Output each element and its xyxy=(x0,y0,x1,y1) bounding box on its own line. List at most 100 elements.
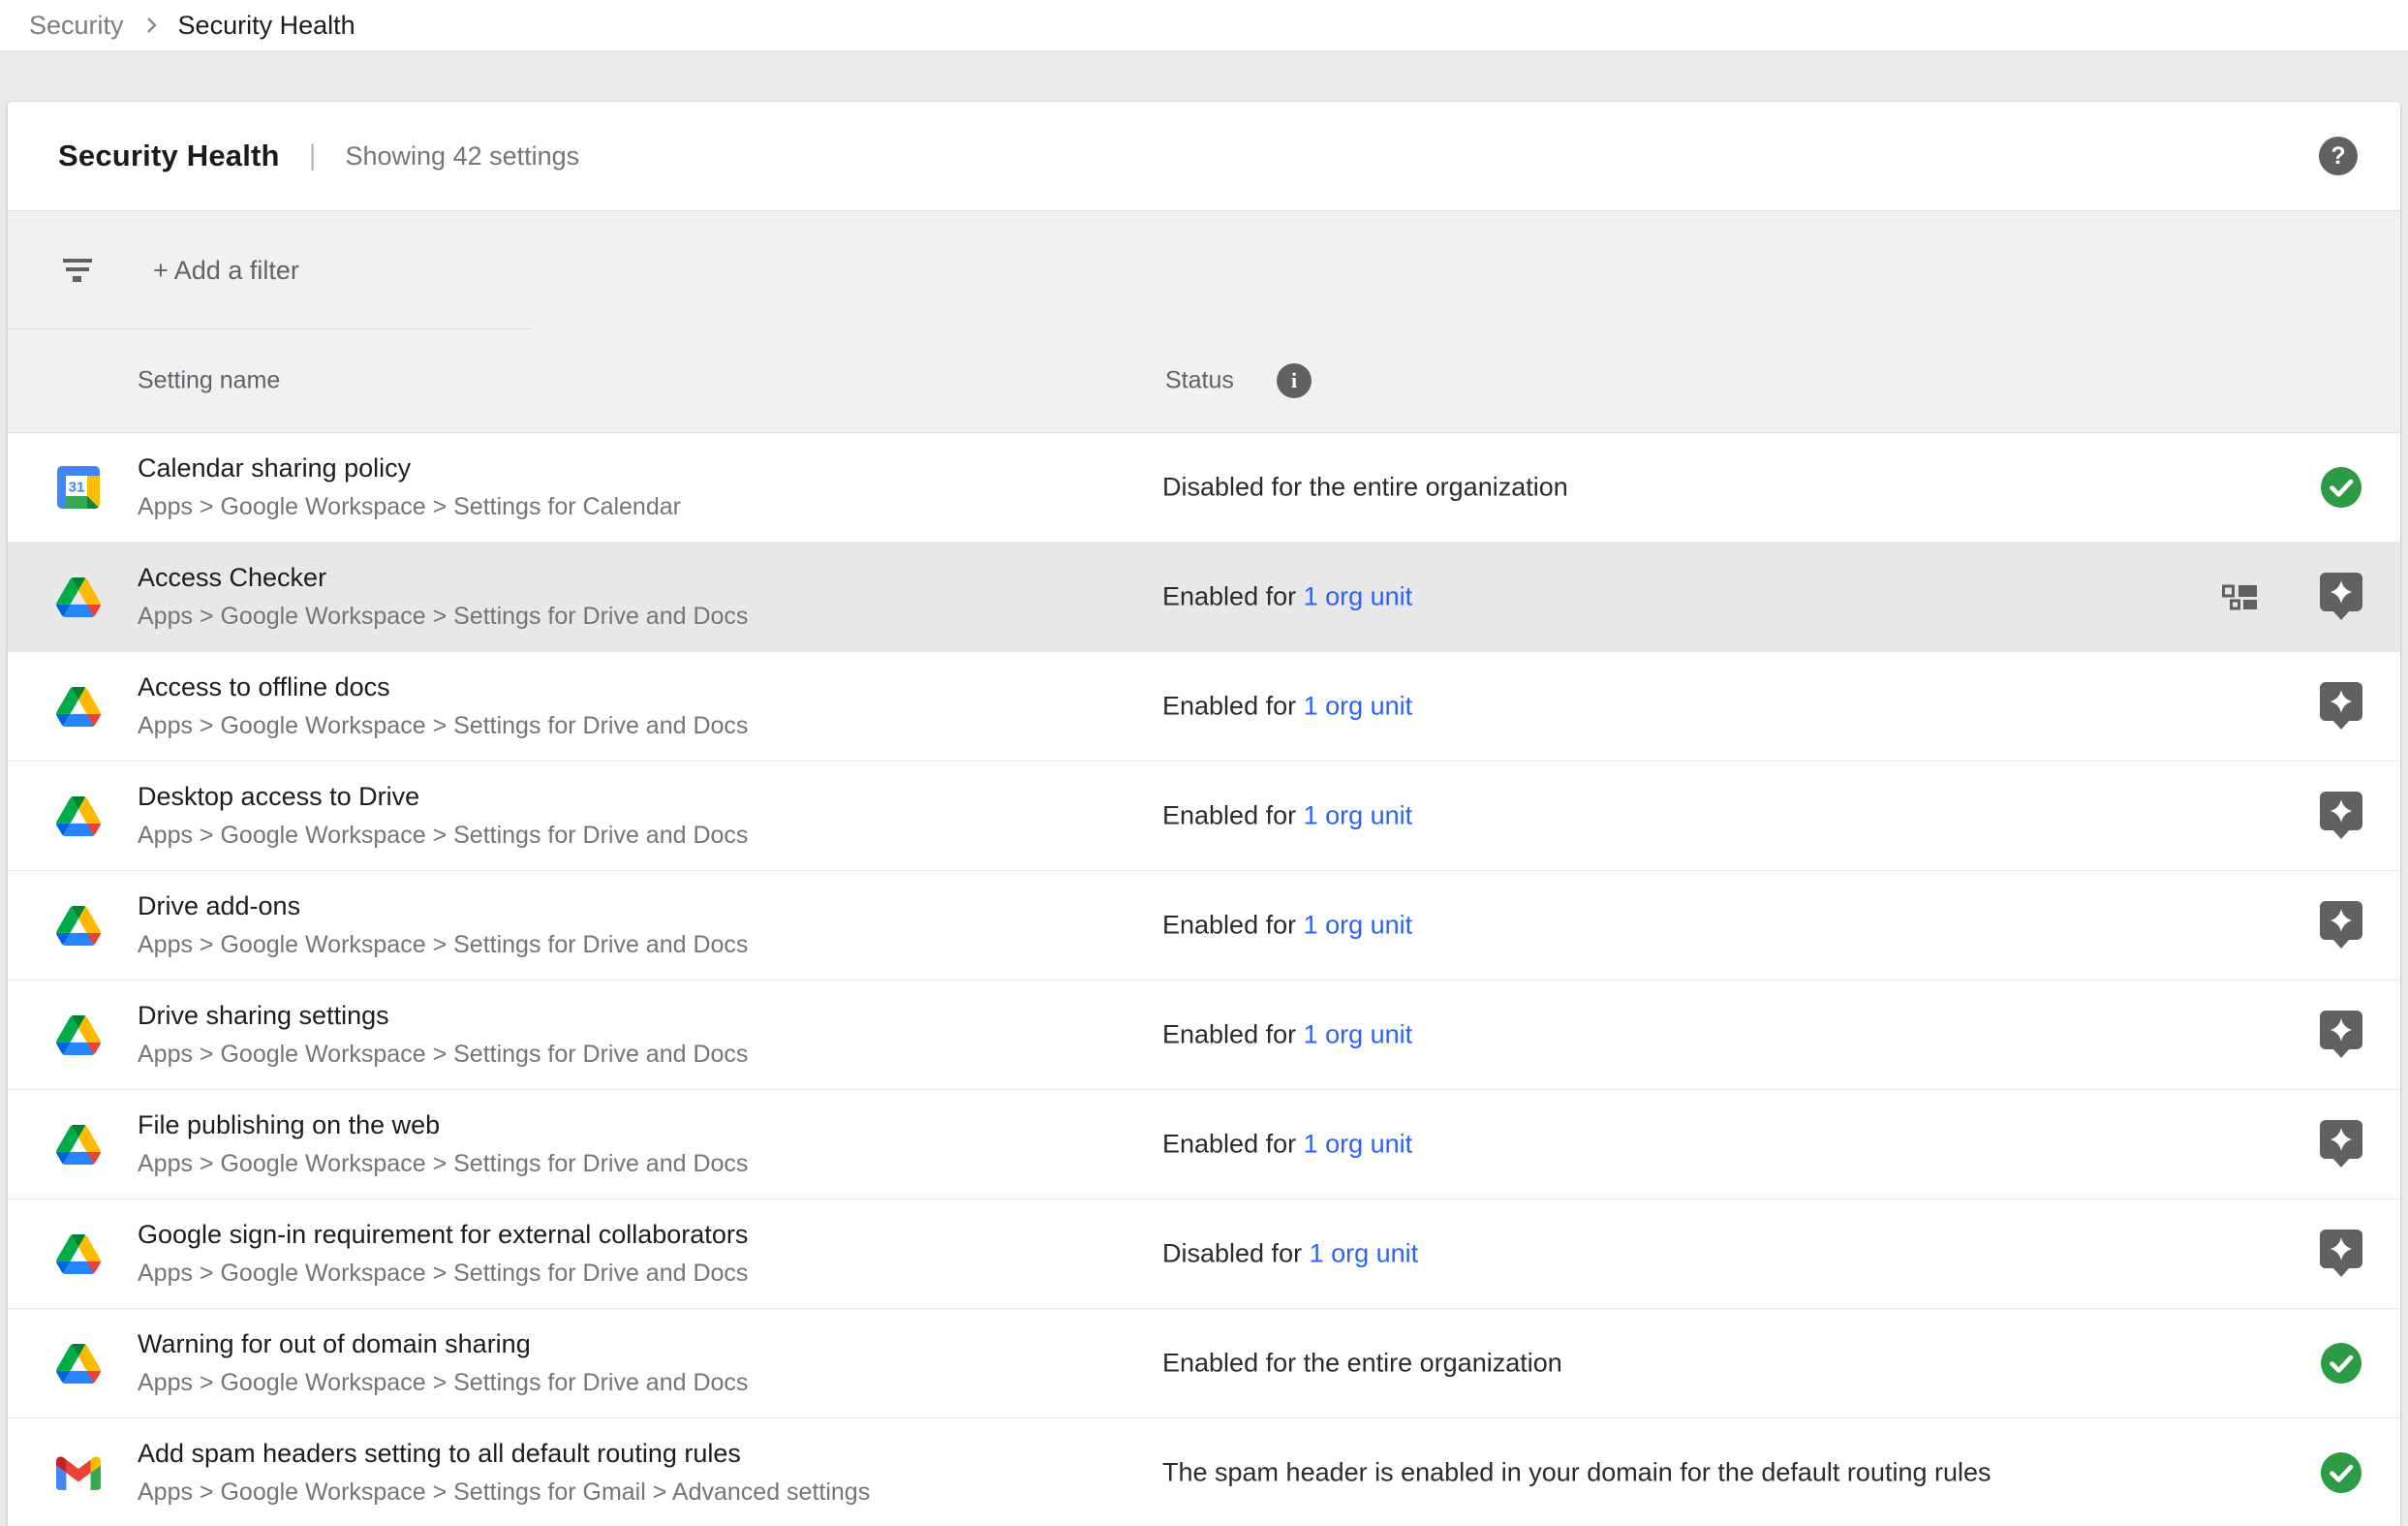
status-text: Enabled for xyxy=(1162,692,1304,721)
setting-text: Add spam headers setting to all default … xyxy=(138,1439,870,1507)
setting-path: Apps > Google Workspace > Settings for D… xyxy=(138,712,748,740)
recommendation-badge-icon[interactable] xyxy=(2319,1120,2363,1168)
card-header: Security Health | Showing 42 settings ? xyxy=(8,102,2400,211)
status-cell: Enabled for 1 org unit xyxy=(1162,911,1412,941)
recommendation-badge-icon[interactable] xyxy=(2319,1230,2363,1278)
status-cell: Disabled for the entire organization xyxy=(1162,473,1568,503)
status-ok-icon xyxy=(2319,1342,2363,1385)
status-ok-icon xyxy=(2319,466,2363,509)
table-row[interactable]: 31 Calendar sharing policy Apps > Google … xyxy=(8,433,2400,543)
table-row[interactable]: Drive add-ons Apps > Google Workspace > S… xyxy=(8,871,2400,981)
setting-title: File publishing on the web xyxy=(138,1110,748,1140)
filter-and-columns-section: + Add a filter Setting name Status i xyxy=(8,211,2400,433)
setting-title: Drive sharing settings xyxy=(138,1001,748,1031)
gmail-icon xyxy=(56,1450,101,1495)
status-text: The spam header is enabled in your domai… xyxy=(1162,1458,1991,1487)
org-unit-link[interactable]: 1 org unit xyxy=(1304,582,1413,611)
setting-title: Warning for out of domain sharing xyxy=(138,1329,748,1359)
chevron-right-icon xyxy=(139,14,163,37)
status-text: Enabled for xyxy=(1162,911,1304,940)
setting-path: Apps > Google Workspace > Settings for D… xyxy=(138,822,748,850)
drive-icon xyxy=(56,1231,101,1276)
recommendation-badge-icon[interactable] xyxy=(2319,1011,2363,1059)
status-column-header: Status xyxy=(1165,367,1234,395)
setting-path: Apps > Google Workspace > Settings for D… xyxy=(138,1041,748,1069)
org-unit-link[interactable]: 1 org unit xyxy=(1310,1239,1419,1268)
status-text: Disabled for xyxy=(1162,1239,1310,1268)
status-cell: Enabled for 1 org unit xyxy=(1162,1020,1412,1050)
drive-icon xyxy=(56,903,101,948)
svg-text:31: 31 xyxy=(69,480,85,496)
calendar-icon: 31 xyxy=(56,465,101,510)
settings-count: Showing 42 settings xyxy=(346,141,580,171)
setting-path: Apps > Google Workspace > Settings for D… xyxy=(138,1260,748,1288)
table-row[interactable]: Drive sharing settings Apps > Google Work… xyxy=(8,981,2400,1090)
recommendation-badge-icon[interactable] xyxy=(2319,682,2363,731)
filter-row: + Add a filter xyxy=(8,211,2400,329)
info-icon[interactable]: i xyxy=(1277,363,1312,398)
drive-icon xyxy=(56,684,101,729)
security-health-page: { "breadcrumb": { "parent": "Security", … xyxy=(0,0,2408,1506)
setting-text: Access Checker Apps > Google Workspace > … xyxy=(138,563,748,631)
org-unit-link[interactable]: 1 org unit xyxy=(1304,801,1413,830)
drive-icon xyxy=(56,794,101,838)
setting-path: Apps > Google Workspace > Settings for D… xyxy=(138,1369,748,1397)
status-text: Enabled for xyxy=(1162,1020,1304,1049)
setting-title: Access Checker xyxy=(138,563,748,593)
table-row[interactable]: Google sign-in requirement for external … xyxy=(8,1199,2400,1309)
org-unit-link[interactable]: 1 org unit xyxy=(1304,1130,1413,1159)
table-row[interactable]: Warning for out of domain sharing Apps > … xyxy=(8,1309,2400,1418)
filter-icon[interactable] xyxy=(62,257,93,284)
setting-path: Apps > Google Workspace > Settings for D… xyxy=(138,603,748,631)
table-row[interactable]: Add spam headers setting to all default … xyxy=(8,1418,2400,1526)
status-ok-icon xyxy=(2319,1451,2363,1494)
table-column-headers: Setting name Status i xyxy=(8,329,2400,432)
table-row[interactable]: Access to offline docs Apps > Google Work… xyxy=(8,652,2400,762)
setting-title: Desktop access to Drive xyxy=(138,782,748,812)
table-row[interactable]: File publishing on the web Apps > Google … xyxy=(8,1090,2400,1199)
setting-text: Warning for out of domain sharing Apps > … xyxy=(138,1329,748,1397)
status-cell: Enabled for the entire organization xyxy=(1162,1349,1562,1379)
status-cell: Enabled for 1 org unit xyxy=(1162,582,1412,612)
status-cell: Enabled for 1 org unit xyxy=(1162,1130,1412,1160)
org-unit-link[interactable]: 1 org unit xyxy=(1304,1020,1413,1049)
title-separator: | xyxy=(309,140,317,172)
breadcrumb: Security Security Health xyxy=(0,0,2408,50)
help-icon[interactable]: ? xyxy=(2319,137,2358,175)
setting-text: Drive add-ons Apps > Google Workspace > S… xyxy=(138,891,748,959)
org-unit-link[interactable]: 1 org unit xyxy=(1304,911,1413,940)
setting-path: Apps > Google Workspace > Settings for C… xyxy=(138,493,681,521)
page-title: Security Health xyxy=(58,139,280,173)
table-row[interactable]: Desktop access to Drive Apps > Google Wor… xyxy=(8,762,2400,871)
status-text: Disabled for the entire organization xyxy=(1162,473,1568,502)
setting-title: Google sign-in requirement for external … xyxy=(138,1220,748,1250)
recommendation-badge-icon[interactable] xyxy=(2319,901,2363,950)
setting-name-column-header: Setting name xyxy=(138,367,280,395)
setting-title: Drive add-ons xyxy=(138,891,748,921)
setting-text: File publishing on the web Apps > Google … xyxy=(138,1110,748,1178)
setting-title: Calendar sharing policy xyxy=(138,453,681,483)
status-text: Enabled for the entire organization xyxy=(1162,1349,1562,1378)
org-units-applied-icon[interactable] xyxy=(2222,584,2257,610)
recommendation-badge-icon[interactable] xyxy=(2319,792,2363,840)
setting-path: Apps > Google Workspace > Settings for G… xyxy=(138,1479,870,1507)
drive-icon xyxy=(56,575,101,619)
drive-icon xyxy=(56,1012,101,1057)
setting-path: Apps > Google Workspace > Settings for D… xyxy=(138,931,748,959)
security-health-card: Security Health | Showing 42 settings ? … xyxy=(8,102,2400,1526)
status-cell: Enabled for 1 org unit xyxy=(1162,801,1412,831)
breadcrumb-security-link[interactable]: Security xyxy=(29,11,124,41)
status-cell: Enabled for 1 org unit xyxy=(1162,692,1412,722)
setting-path: Apps > Google Workspace > Settings for D… xyxy=(138,1150,748,1178)
status-text: Enabled for xyxy=(1162,1130,1304,1159)
setting-text: Google sign-in requirement for external … xyxy=(138,1220,748,1288)
setting-title: Add spam headers setting to all default … xyxy=(138,1439,870,1469)
status-cell: Disabled for 1 org unit xyxy=(1162,1239,1418,1269)
add-filter-button[interactable]: + Add a filter xyxy=(153,256,299,286)
recommendation-badge-icon[interactable] xyxy=(2319,573,2363,621)
drive-icon xyxy=(56,1122,101,1167)
settings-table: 31 Calendar sharing policy Apps > Google … xyxy=(8,433,2400,1526)
setting-title: Access to offline docs xyxy=(138,672,748,702)
table-row[interactable]: Access Checker Apps > Google Workspace > … xyxy=(8,543,2400,652)
org-unit-link[interactable]: 1 org unit xyxy=(1304,692,1413,721)
